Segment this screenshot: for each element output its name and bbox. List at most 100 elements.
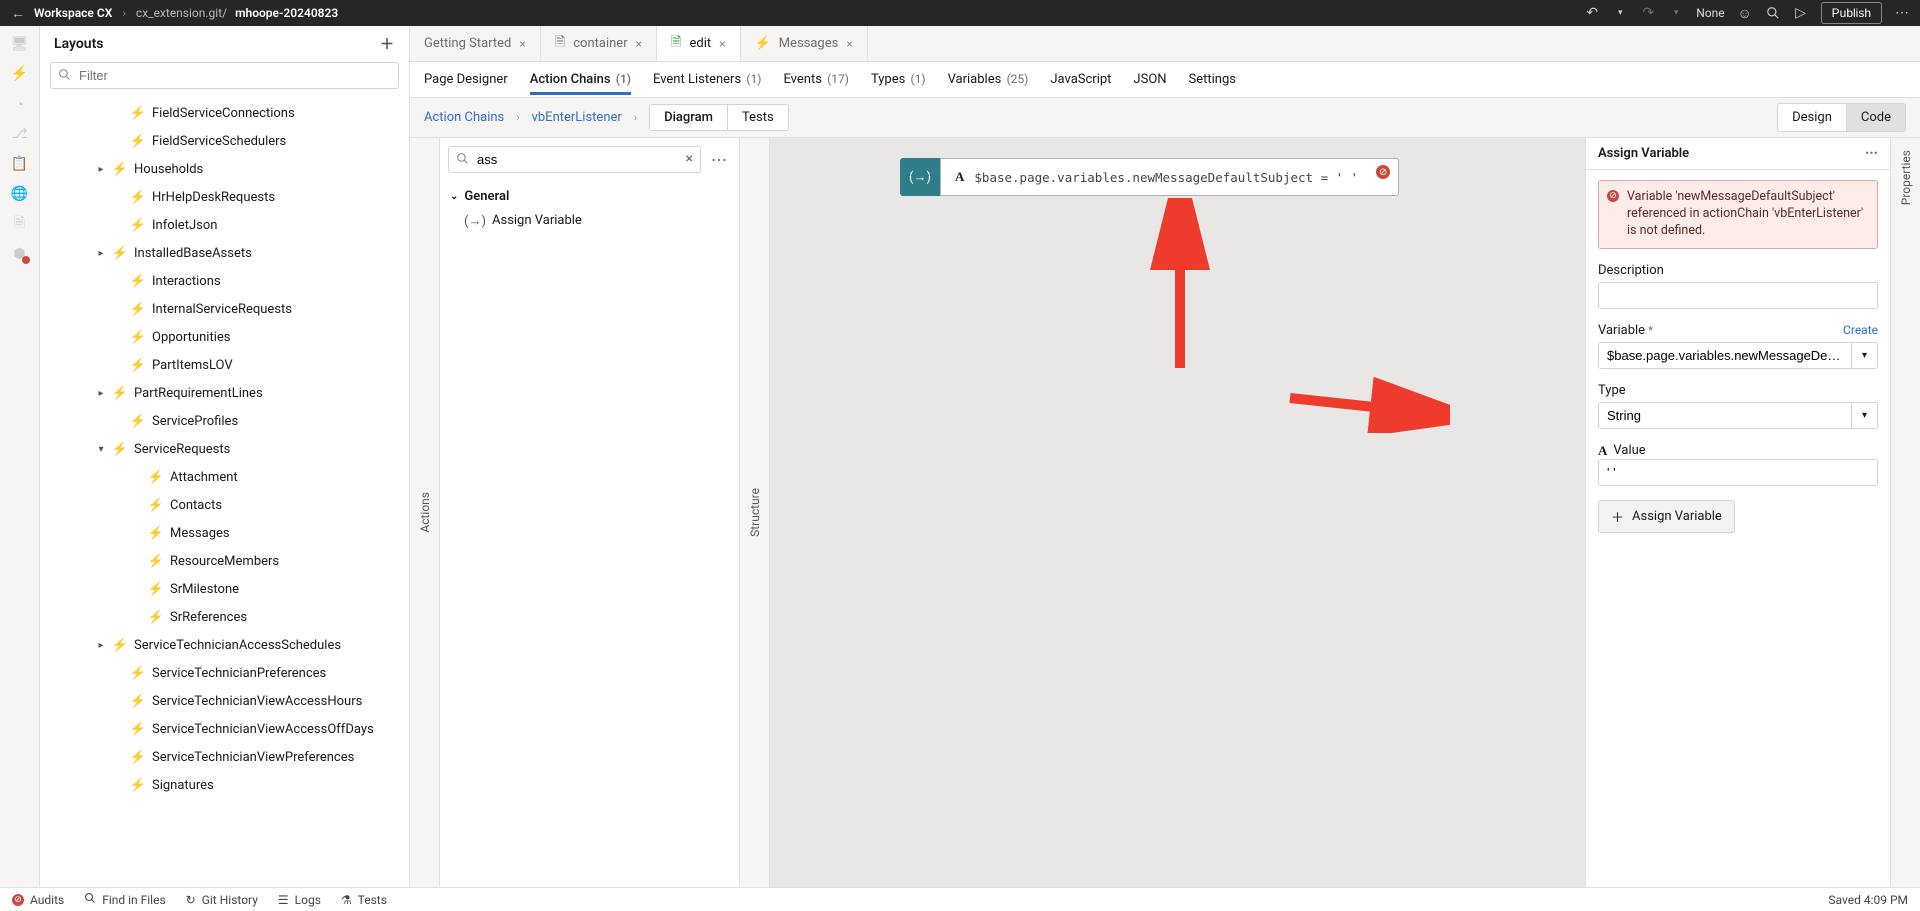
clipboard-icon[interactable]: 📋 bbox=[12, 156, 28, 172]
redo-menu-icon[interactable]: ▾ bbox=[1668, 5, 1684, 21]
layout-item[interactable]: ▸⚡PartRequirementLines bbox=[40, 379, 409, 407]
layout-item[interactable]: ⚡ServiceTechnicianViewAccessOffDays bbox=[40, 715, 409, 743]
smile-icon[interactable]: ☺ bbox=[1737, 5, 1753, 21]
type-input[interactable] bbox=[1598, 402, 1852, 429]
actions-search-input[interactable] bbox=[448, 146, 701, 173]
sub-tab[interactable]: Types (1) bbox=[871, 64, 926, 95]
variable-dropdown[interactable]: ▾ bbox=[1852, 342, 1878, 369]
value-input[interactable] bbox=[1598, 459, 1878, 486]
layout-item[interactable]: ⚡Interactions bbox=[40, 267, 409, 295]
layout-item[interactable]: ⚡ServiceTechnicianViewAccessHours bbox=[40, 687, 409, 715]
layout-item[interactable]: ⚡HrHelpDeskRequests bbox=[40, 183, 409, 211]
monitor-icon[interactable]: 🖥 bbox=[12, 36, 28, 52]
sub-tab[interactable]: Variables (25) bbox=[948, 64, 1029, 95]
structure-rail[interactable]: Structure bbox=[740, 138, 770, 887]
layout-item[interactable]: ⚡ServiceProfiles bbox=[40, 407, 409, 435]
actions-group-general[interactable]: ⌄ General bbox=[450, 185, 729, 208]
layout-item[interactable]: ⚡ServiceTechnicianPreferences bbox=[40, 659, 409, 687]
code-toggle[interactable]: Code bbox=[1847, 103, 1906, 132]
clock-icon[interactable]: ◔ bbox=[12, 96, 28, 112]
branch-name[interactable]: mhoope-20240823 bbox=[235, 6, 338, 20]
bolt-icon: ⚡ bbox=[130, 273, 146, 289]
layout-item[interactable]: ▸⚡ServiceTechnicianAccessSchedules bbox=[40, 631, 409, 659]
logs-button[interactable]: ☰ Logs bbox=[278, 893, 321, 907]
file-tab[interactable]: Getting Started× bbox=[410, 26, 541, 61]
repo-name[interactable]: cx_extension.git/ bbox=[136, 6, 227, 20]
close-icon[interactable]: × bbox=[846, 37, 852, 51]
device-none[interactable]: None bbox=[1696, 6, 1724, 20]
properties-more-icon[interactable]: ⋯ bbox=[1865, 146, 1878, 161]
layout-item[interactable]: ▾⚡ServiceRequests bbox=[40, 435, 409, 463]
search-icon[interactable] bbox=[1765, 5, 1781, 21]
add-assign-variable-button[interactable]: ＋ Assign Variable bbox=[1598, 500, 1735, 533]
publish-button[interactable]: Publish bbox=[1821, 2, 1882, 24]
file-tab[interactable]: ⚡Messages× bbox=[741, 26, 868, 61]
sub-tab[interactable]: JSON bbox=[1133, 64, 1166, 95]
design-toggle[interactable]: Design bbox=[1777, 103, 1847, 132]
tests-tab[interactable]: Tests bbox=[728, 105, 788, 130]
diagram-canvas[interactable]: (→) A $base.page.variables.newMessageDef… bbox=[770, 138, 1585, 887]
git-history-button[interactable]: ↻ Git History bbox=[186, 893, 258, 907]
play-icon[interactable]: ▷ bbox=[1793, 5, 1809, 21]
diagram-tab[interactable]: Diagram bbox=[650, 105, 728, 130]
add-layout-icon[interactable]: ＋ bbox=[379, 36, 395, 52]
back-icon[interactable]: ← bbox=[10, 5, 26, 21]
close-icon[interactable]: × bbox=[636, 37, 642, 51]
tests-button[interactable]: ⚗ Tests bbox=[341, 893, 387, 907]
more-icon[interactable]: ⋯ bbox=[1894, 5, 1910, 21]
close-icon[interactable]: × bbox=[519, 37, 525, 51]
node-error-icon[interactable]: ⊘ bbox=[1376, 165, 1390, 179]
layout-item[interactable]: ⚡SrReferences bbox=[40, 603, 409, 631]
undo-icon[interactable]: ↶ bbox=[1584, 5, 1600, 21]
layout-item[interactable]: ⚡ResourceMembers bbox=[40, 547, 409, 575]
workspace-name[interactable]: Workspace CX bbox=[34, 6, 112, 20]
create-variable-link[interactable]: Create bbox=[1843, 323, 1878, 337]
layout-item[interactable]: ⚡InfoletJson bbox=[40, 211, 409, 239]
globe-icon[interactable]: 🌐 bbox=[12, 186, 28, 202]
file-tab[interactable]: 🗎container× bbox=[541, 26, 657, 61]
layout-item[interactable]: ⚡FieldServiceConnections bbox=[40, 99, 409, 127]
filter-input[interactable] bbox=[50, 62, 399, 89]
chain-name-link[interactable]: vbEnterListener bbox=[532, 110, 622, 125]
layout-item[interactable]: ⚡Contacts bbox=[40, 491, 409, 519]
layout-item[interactable]: ⚡FieldServiceSchedulers bbox=[40, 127, 409, 155]
bolt-icon[interactable]: ⚡ bbox=[12, 66, 28, 82]
action-assign-variable[interactable]: (→) Assign Variable bbox=[450, 208, 729, 233]
layout-item[interactable]: ⚡PartItemsLOV bbox=[40, 351, 409, 379]
sub-tab[interactable]: JavaScript bbox=[1050, 64, 1111, 95]
sub-tab[interactable]: Events (17) bbox=[783, 64, 849, 95]
sub-tab[interactable]: Settings bbox=[1189, 64, 1236, 95]
find-in-files-button[interactable]: Find in Files bbox=[84, 892, 165, 907]
description-input[interactable] bbox=[1598, 282, 1878, 309]
layout-item[interactable]: ▸⚡InstalledBaseAssets bbox=[40, 239, 409, 267]
layout-item[interactable]: ▸⚡Households bbox=[40, 155, 409, 183]
close-icon[interactable]: × bbox=[719, 37, 725, 51]
actions-more-icon[interactable]: ⋯ bbox=[707, 150, 731, 169]
file-icon[interactable]: 🗎 bbox=[12, 216, 28, 232]
type-dropdown[interactable]: ▾ bbox=[1852, 402, 1878, 429]
bolt-icon: ⚡ bbox=[148, 581, 164, 597]
layout-item[interactable]: ⚡InternalServiceRequests bbox=[40, 295, 409, 323]
layout-tree[interactable]: ⚡FieldServiceConnections⚡FieldServiceSch… bbox=[40, 95, 409, 887]
sub-tab[interactable]: Page Designer bbox=[424, 64, 508, 95]
layout-item[interactable]: ⚡Messages bbox=[40, 519, 409, 547]
branch-icon[interactable]: ⎇ bbox=[12, 126, 28, 142]
audits-button[interactable]: ⊘ Audits bbox=[12, 893, 64, 907]
actions-rail[interactable]: Actions bbox=[410, 138, 440, 887]
layout-item[interactable]: ⚡Signatures bbox=[40, 771, 409, 799]
redo-icon[interactable]: ↷ bbox=[1640, 5, 1656, 21]
properties-rail[interactable]: Properties bbox=[1890, 138, 1920, 887]
action-chains-link[interactable]: Action Chains bbox=[424, 110, 504, 125]
layout-item[interactable]: ⚡Opportunities bbox=[40, 323, 409, 351]
variable-input[interactable] bbox=[1598, 342, 1852, 369]
layout-item[interactable]: ⚡ServiceTechnicianViewPreferences bbox=[40, 743, 409, 771]
layout-item[interactable]: ⚡Attachment bbox=[40, 463, 409, 491]
layout-item[interactable]: ⚡SrMilestone bbox=[40, 575, 409, 603]
file-tab[interactable]: 🗎edit× bbox=[657, 26, 741, 61]
diagram-node[interactable]: (→) A $base.page.variables.newMessageDef… bbox=[900, 158, 1399, 196]
clear-search-icon[interactable]: × bbox=[686, 151, 693, 167]
sub-tab[interactable]: Event Listeners (1) bbox=[653, 64, 761, 95]
sub-tab[interactable]: Action Chains (1) bbox=[530, 64, 631, 95]
puzzle-icon[interactable]: ⬢ bbox=[12, 246, 28, 262]
undo-menu-icon[interactable]: ▾ bbox=[1612, 5, 1628, 21]
